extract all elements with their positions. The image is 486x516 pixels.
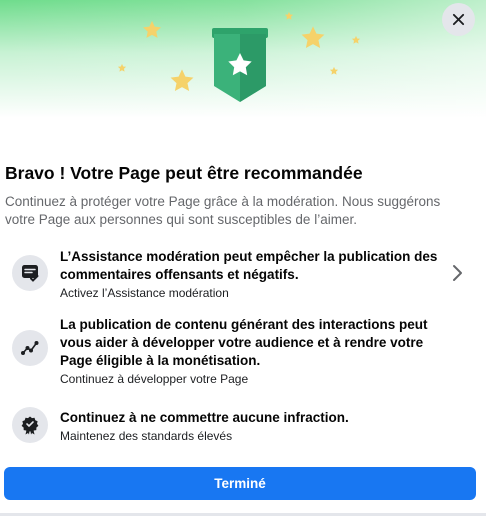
decorative-star-icon: [301, 26, 325, 49]
tip-item-text: Continuez à ne commettre aucune infracti…: [60, 409, 455, 444]
tip-item-heading: L’Assistance modération peut empêcher la…: [60, 249, 438, 282]
close-button[interactable]: [442, 3, 475, 36]
decorative-star-icon: [170, 69, 194, 92]
growth-chart-icon-circle: [12, 330, 48, 366]
award-ribbon-icon-circle: [12, 407, 48, 443]
chevron-right-icon: [453, 265, 462, 281]
tip-item-text: La publication de contenu générant des i…: [60, 316, 455, 387]
tip-item-heading: Continuez à ne commettre aucune infracti…: [60, 410, 349, 425]
moderation-icon-circle: [12, 255, 48, 291]
decorative-star-icon: [143, 20, 161, 38]
tip-item-standards: Continuez à ne commettre aucune infracti…: [0, 407, 486, 447]
tip-item-subtext: Activez l’Assistance modération: [60, 286, 229, 300]
recommendation-dialog: Bravo ! Votre Page peut être recommandée…: [0, 0, 486, 516]
done-button[interactable]: Terminé: [4, 467, 476, 500]
tip-item-subtext: Continuez à développer votre Page: [60, 372, 249, 386]
award-ribbon-icon: [21, 416, 39, 435]
growth-chart-icon: [21, 341, 39, 355]
decorative-star-icon: [329, 66, 339, 75]
close-icon: [452, 13, 465, 26]
decorative-star-icon: [284, 11, 294, 20]
dialog-title: Bravo ! Votre Page peut être recommandée: [5, 163, 363, 183]
tip-item-subtext: Maintenez des standards élevés: [60, 429, 233, 443]
dialog-subtitle: Continuez à protéger votre Page grâce à …: [5, 194, 441, 227]
tip-item-moderation[interactable]: L’Assistance modération peut empêcher la…: [0, 246, 486, 302]
decorative-star-icon: [351, 35, 361, 44]
tip-item-growth: La publication de contenu générant des i…: [0, 314, 486, 390]
star-badge-icon: [212, 28, 268, 102]
tip-item-heading: La publication de contenu générant des i…: [60, 317, 428, 368]
tip-item-text: L’Assistance modération peut empêcher la…: [60, 248, 455, 301]
decorative-star-icon: [117, 63, 127, 72]
moderation-icon: [22, 265, 39, 282]
